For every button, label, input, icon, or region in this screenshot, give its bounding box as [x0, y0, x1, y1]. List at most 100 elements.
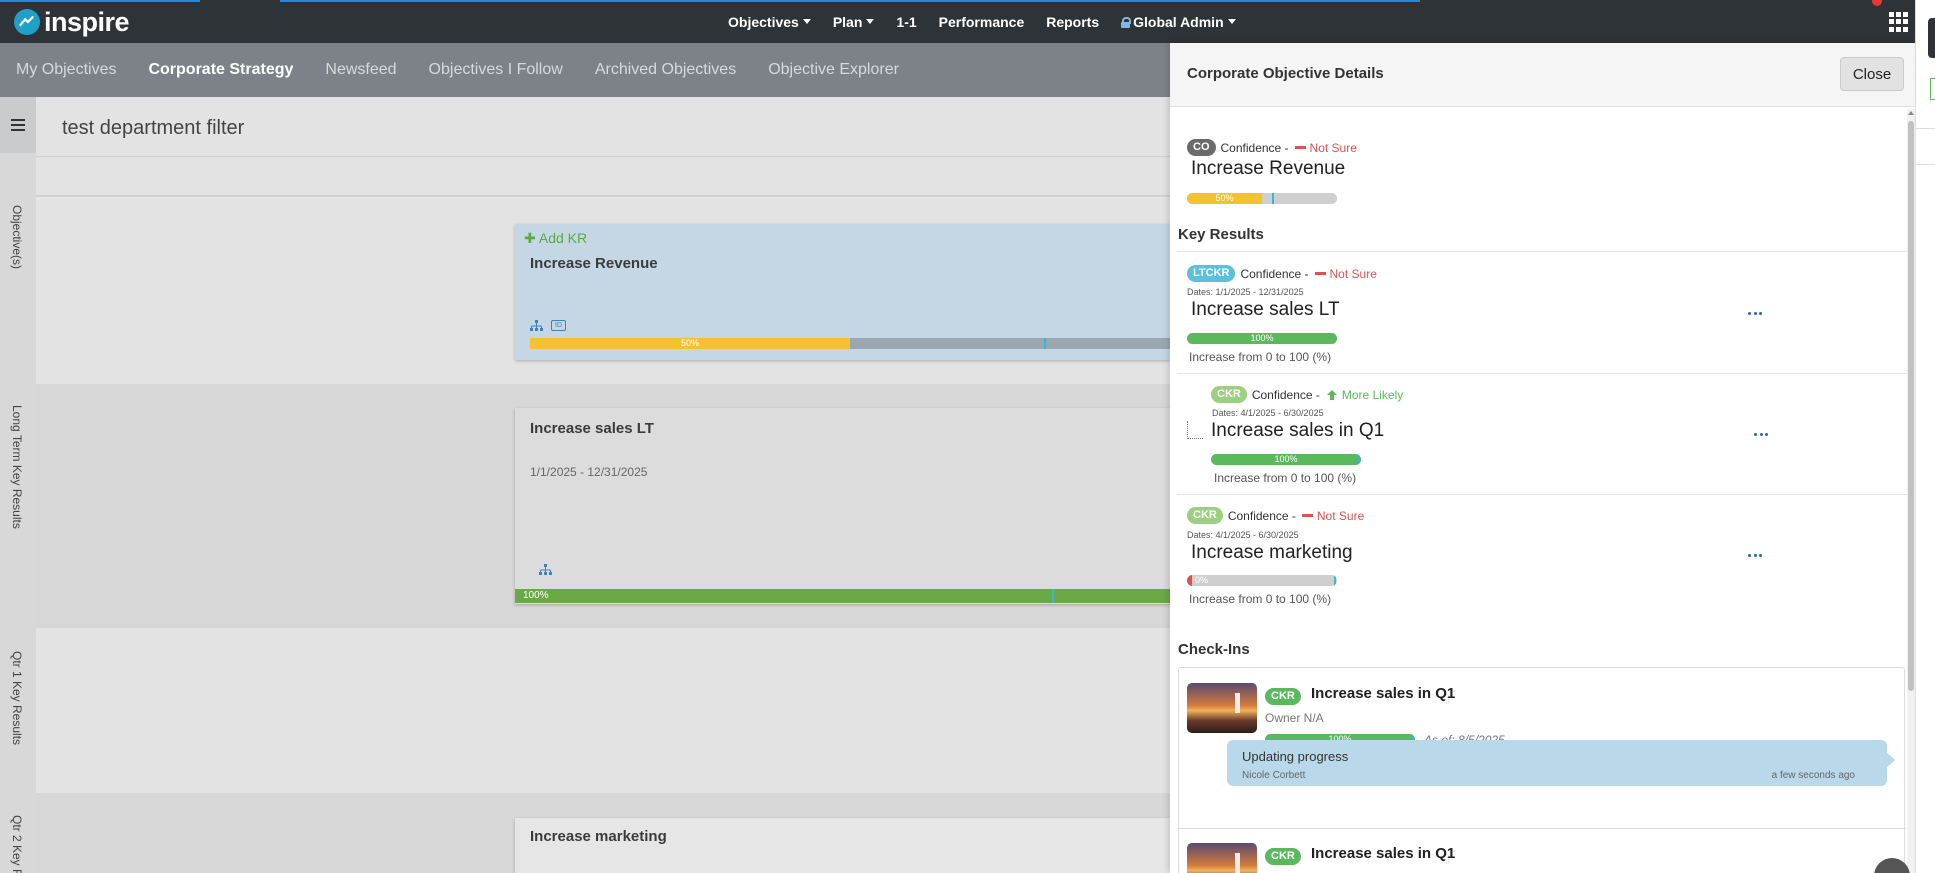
- target-marker: [1272, 193, 1274, 204]
- check-in-owner: Owner N/A: [1265, 711, 1324, 725]
- tab-objective-explorer[interactable]: Objective Explorer: [768, 61, 899, 79]
- confidence-label: Confidence -: [1240, 266, 1309, 281]
- objective-confidence: CO Confidence - Not Sure: [1187, 139, 1357, 156]
- check-in-title[interactable]: Increase sales in Q1: [1311, 685, 1455, 702]
- kr-progress-bar: 100%: [1211, 454, 1361, 465]
- ckr-badge: CKR: [1187, 507, 1223, 524]
- nav-plan-label: Plan: [832, 13, 863, 30]
- chevron-down-icon: [802, 19, 811, 24]
- nav-global-admin[interactable]: Global Admin: [1121, 14, 1236, 30]
- kr-progress-fill: 0%: [1187, 575, 1227, 586]
- divider: [1916, 128, 1935, 129]
- kr-dates: Dates: 4/1/2025 - 6/30/2025: [1187, 530, 1299, 540]
- edge-element: [1930, 78, 1935, 100]
- panel-scrollbar[interactable]: [1907, 109, 1915, 873]
- top-navbar: inspire Objectives Plan 1-1 Performance …: [0, 0, 1935, 43]
- card-icons: ID: [530, 320, 566, 331]
- confidence-value: Not Sure: [1329, 266, 1377, 281]
- nav-one-on-one-label: 1-1: [896, 13, 917, 30]
- nav-objectives[interactable]: Objectives: [728, 14, 811, 30]
- target-marker: [1044, 338, 1046, 349]
- loading-indicator: [0, 0, 200, 2]
- card-progress-bar: 50%: [530, 338, 1170, 349]
- long-term-kr-card[interactable]: Increase sales LT 1/1/2025 - 12/31/2025 …: [515, 408, 1170, 604]
- close-button[interactable]: Close: [1840, 57, 1904, 91]
- panel-title: Corporate Objective Details: [1187, 65, 1384, 82]
- add-kr-label: Add KR: [538, 230, 588, 246]
- card-title: Increase Revenue: [530, 255, 658, 272]
- objective-progress-fill: 50%: [1187, 193, 1262, 204]
- avatar: [1187, 683, 1257, 733]
- qtr2-kr-card[interactable]: Increase marketing: [515, 818, 1170, 873]
- lane-label-long-term-key-results: Long Term Key Results: [10, 405, 24, 529]
- kr-progress-fill: 100%: [1211, 454, 1361, 465]
- kr-progress-bar: 0%: [1187, 575, 1337, 586]
- app-logo[interactable]: inspire: [14, 6, 130, 38]
- kr-title[interactable]: Increase sales LT: [1191, 299, 1340, 321]
- kr-title[interactable]: Increase sales in Q1: [1211, 420, 1384, 442]
- nav-one-on-one[interactable]: 1-1: [896, 14, 916, 30]
- kr-description: Increase from 0 to 100 (%): [1189, 592, 1332, 606]
- ckr-badge: CKR: [1265, 688, 1301, 705]
- kr-title[interactable]: Increase marketing: [1191, 542, 1353, 564]
- page-header: test department filter: [36, 97, 1170, 157]
- apps-grid-icon[interactable]: [1889, 12, 1909, 32]
- objective-card[interactable]: ✚ Add KR Increase Revenue ID 50%: [515, 224, 1170, 360]
- kr-progress-bar: 100%: [1187, 333, 1337, 344]
- objective-details-panel: Corporate Objective Details Close CO Con…: [1170, 43, 1915, 873]
- tab-newsfeed[interactable]: Newsfeed: [325, 61, 396, 79]
- confidence-label: Confidence -: [1251, 387, 1320, 402]
- card-icons: [539, 564, 552, 575]
- hierarchy-icon[interactable]: [530, 320, 543, 331]
- nav-reports-label: Reports: [1046, 13, 1100, 30]
- chevron-down-icon: [1227, 19, 1236, 24]
- target-marker: [1052, 589, 1054, 603]
- page-title: test department filter: [62, 117, 245, 139]
- nav-plan[interactable]: Plan: [833, 14, 875, 30]
- page-toolbar: [36, 157, 1170, 197]
- comment-time: a few seconds ago: [1771, 770, 1855, 781]
- more-options-icon[interactable]: [1754, 433, 1768, 437]
- target-marker: [1358, 454, 1360, 465]
- divider: [1177, 251, 1907, 252]
- tab-archived-objectives[interactable]: Archived Objectives: [595, 61, 736, 79]
- check-in-title[interactable]: Increase sales in Q1: [1311, 845, 1455, 862]
- nav-objectives-label: Objectives: [728, 13, 799, 30]
- lane-label-qtr1-key-results: Qtr 1 Key Results: [10, 651, 24, 746]
- confidence-label: Confidence -: [1220, 140, 1289, 155]
- nav-performance[interactable]: Performance: [939, 14, 1025, 30]
- lane-label-objectives: Objective(s): [10, 205, 24, 270]
- scroll-up-icon[interactable]: [1908, 111, 1914, 115]
- not-sure-dash-icon: [1314, 272, 1326, 275]
- kr-progress-fill: 100%: [1187, 333, 1337, 344]
- target-marker: [1334, 575, 1336, 586]
- card-progress-label: 100%: [523, 590, 549, 601]
- add-kr-button[interactable]: ✚ Add KR: [524, 230, 587, 247]
- confidence-label: Confidence -: [1227, 508, 1296, 523]
- ltckr-badge: LTCKR: [1187, 265, 1236, 282]
- objective-title[interactable]: Increase Revenue: [1191, 158, 1345, 180]
- kr-description: Increase from 0 to 100 (%): [1189, 350, 1332, 364]
- objective-progress-bar: 50%: [1187, 193, 1337, 204]
- tab-my-objectives[interactable]: My Objectives: [16, 61, 116, 79]
- kr-dates: Dates: 4/1/2025 - 6/30/2025: [1212, 408, 1324, 418]
- tree-connector: [1187, 421, 1203, 439]
- card-title: Increase marketing: [530, 828, 667, 845]
- hierarchy-icon[interactable]: [539, 564, 552, 575]
- kr-confidence: CKR Confidence - More Likely: [1211, 386, 1403, 403]
- id-card-icon[interactable]: ID: [551, 320, 566, 331]
- tab-objectives-i-follow[interactable]: Objectives I Follow: [429, 61, 563, 79]
- confidence-value: More Likely: [1341, 387, 1404, 402]
- nav-reports[interactable]: Reports: [1046, 14, 1099, 30]
- kr-description: Increase from 0 to 100 (%): [1214, 471, 1357, 485]
- divider: [1177, 373, 1907, 374]
- ckr-badge: CKR: [1265, 848, 1301, 865]
- more-options-icon[interactable]: [1748, 554, 1762, 558]
- kr-confidence: CKR Confidence - Not Sure: [1187, 507, 1364, 524]
- hamburger-menu-icon[interactable]: [0, 97, 36, 153]
- divider: [1179, 828, 1906, 829]
- scrollbar-thumb[interactable]: [1908, 121, 1914, 691]
- tab-corporate-strategy[interactable]: Corporate Strategy: [148, 61, 293, 79]
- card-title: Increase sales LT: [530, 420, 654, 437]
- more-options-icon[interactable]: [1748, 312, 1762, 316]
